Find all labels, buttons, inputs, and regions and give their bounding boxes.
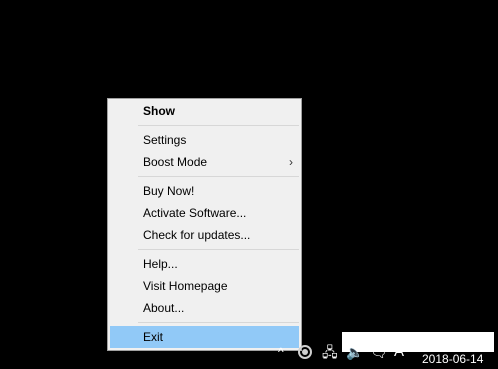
menu-item-label: Check for updates... [143,228,251,242]
menu-item-boost-mode[interactable]: Boost Mode › [110,151,299,173]
menu-item-show[interactable]: Show [110,100,299,122]
menu-item-buy-now[interactable]: Buy Now! [110,180,299,202]
network-icon[interactable]: 🖧 [322,344,338,360]
menu-item-label: Buy Now! [143,184,195,198]
menu-item-check-updates[interactable]: Check for updates... [110,224,299,246]
chevron-right-icon: › [289,155,293,169]
menu-item-help[interactable]: Help... [110,253,299,275]
menu-separator [138,176,299,177]
menu-separator [138,125,299,126]
menu-item-label: Visit Homepage [143,279,228,293]
tray-context-menu: Show Settings Boost Mode › Buy Now! Activ… [107,98,302,351]
menu-item-label: Activate Software... [143,206,247,220]
app-tray-icon[interactable] [298,345,312,359]
show-hidden-icons-chevron-icon[interactable]: ^ [278,344,284,360]
notification-icon[interactable]: 🗨 [370,344,388,360]
input-method-indicator[interactable]: A [394,344,404,360]
menu-item-label: Show [143,104,175,118]
menu-item-label: Help... [143,257,178,271]
menu-item-visit-homepage[interactable]: Visit Homepage [110,275,299,297]
menu-item-label: Settings [143,133,187,147]
menu-item-label: About... [143,301,185,315]
menu-item-about[interactable]: About... [110,297,299,319]
menu-item-settings[interactable]: Settings [110,129,299,151]
menu-item-activate-software[interactable]: Activate Software... [110,202,299,224]
redacted-block [342,332,494,352]
clock-date[interactable]: 2018-06-14 [422,352,483,366]
system-tray: ^ 🖧 🔈 🗨 A 2018-06-14 [270,332,498,369]
menu-item-label: Exit [143,330,164,344]
menu-item-label: Boost Mode [143,155,208,169]
volume-icon[interactable]: 🔈 [346,344,363,360]
desktop: Show Settings Boost Mode › Buy Now! Activ… [0,0,498,369]
menu-separator [138,322,299,323]
menu-separator [138,249,299,250]
